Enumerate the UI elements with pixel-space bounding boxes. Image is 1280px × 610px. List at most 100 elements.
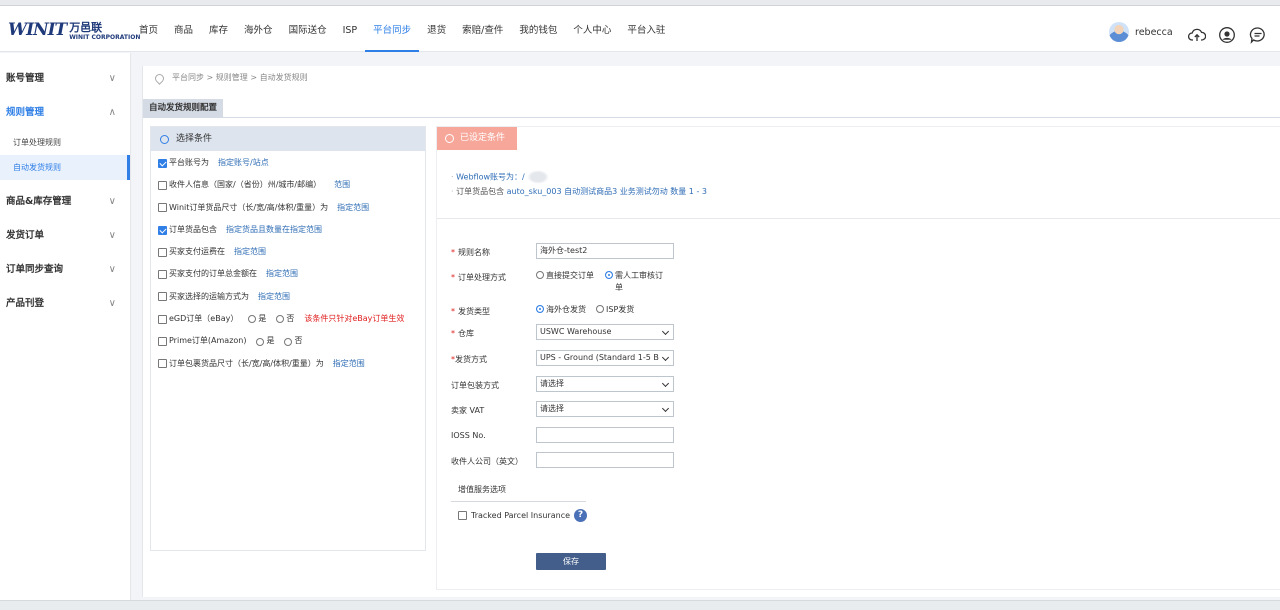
nav-claims[interactable]: 索赔/查件 <box>454 12 511 52</box>
condition-label: 收件人信息（国家/（省份）州/城市/邮编） <box>169 180 322 190</box>
checkbox[interactable] <box>158 247 167 257</box>
checkbox[interactable] <box>158 203 167 213</box>
nav-intl-delivery[interactable]: 国际送仓 <box>281 12 335 52</box>
nav-platform-onboarding[interactable]: 平台入驻 <box>619 12 673 52</box>
nav-platform-sync[interactable]: 平台同步 <box>365 12 420 52</box>
sidebar-item-rules[interactable]: 规则管理 ∧ <box>0 96 130 130</box>
sidebar-item-label: 发货订单 <box>6 230 45 241</box>
condition-buyer-shipping[interactable]: 买家支付运费在 指定范围 <box>151 241 425 263</box>
summary-account-value: / <box>522 172 525 182</box>
condition-label: eGD订单（eBay） <box>169 314 239 324</box>
insurance-option[interactable]: Tracked Parcel Insurance ? <box>458 509 588 522</box>
ship-type-opt-overseas[interactable]: 海外仓发货 <box>536 304 586 315</box>
radio[interactable] <box>536 271 544 279</box>
ship-type-opt-isp[interactable]: ISP发货 <box>596 304 634 315</box>
condition-order-contains[interactable]: 订单货品包含 指定货品且数量在指定范围 <box>151 219 425 241</box>
value-added-services-label: 增值服务选项 <box>458 485 506 494</box>
checkbox[interactable] <box>158 314 167 324</box>
divider <box>437 218 1280 219</box>
tab-auto-ship-config[interactable]: 自动发货规则配置 <box>143 99 224 118</box>
sidebar-item-order-rules[interactable]: 订单处理规则 <box>0 130 130 155</box>
nav-wallet[interactable]: 我的钱包 <box>511 12 565 52</box>
vat-label: 卖家 VAT <box>451 406 485 415</box>
support-icon[interactable] <box>1218 26 1236 44</box>
insurance-checkbox[interactable] <box>458 511 467 520</box>
process-opt-manual[interactable]: 需人工审核订单 <box>605 270 663 294</box>
checkbox[interactable] <box>158 225 167 235</box>
nav-home[interactable]: 首页 <box>131 12 166 52</box>
sidebar-item-label: 订单同步查询 <box>6 264 64 275</box>
chevron-down-icon: ∨ <box>108 73 116 84</box>
sidebar-item-account[interactable]: 账号管理 ∨ <box>0 62 130 96</box>
nav-overseas-warehouse[interactable]: 海外仓 <box>236 12 281 52</box>
pack-select[interactable]: 请选择 <box>536 376 674 392</box>
condition-prime[interactable]: Prime订单(Amazon) 是 否 <box>151 330 425 352</box>
winit-logo[interactable]: WINIT 万邑联 WINIT CORPORATION <box>8 20 140 41</box>
sidebar-item-auto-ship-rules[interactable]: 自动发货规则 <box>0 155 130 180</box>
radio-no[interactable] <box>276 315 285 324</box>
sidebar-item-product-inventory[interactable]: 商品&库存管理 ∨ <box>0 185 130 219</box>
company-input[interactable] <box>536 452 674 468</box>
checkbox[interactable] <box>158 337 167 347</box>
condition-link[interactable]: 指定范围 <box>258 286 290 308</box>
vat-select[interactable]: 请选择 <box>536 401 674 417</box>
condition-label: 订单货品包含 <box>169 224 217 234</box>
breadcrumb-text: 平台同步 > 规则管理 > 自动发货规则 <box>172 73 308 82</box>
radio-no[interactable] <box>284 337 293 346</box>
ship-method-select[interactable]: UPS - Ground (Standard 1-5 B <box>536 350 674 366</box>
radio[interactable] <box>596 305 604 313</box>
ship-type-label: * 发货类型 <box>451 307 490 316</box>
condition-winit-size[interactable]: Winit订单货品尺寸（长/宽/高/体积/重量）为 指定范围 <box>151 197 425 219</box>
radio-label: 是 <box>258 314 267 324</box>
nav-personal-center[interactable]: 个人中心 <box>565 12 619 52</box>
conditions-panel: 选择条件 平台账号为 指定账号/站点 收件人信息（国家/（省份）州/城市/邮编） 范… <box>150 126 426 551</box>
radio-yes[interactable] <box>256 337 265 346</box>
checkbox[interactable] <box>158 292 167 302</box>
condition-shipping-method[interactable]: 买家选择的运输方式为 指定范围 <box>151 286 425 308</box>
user-menu[interactable]: rebecca <box>1109 22 1173 42</box>
nav-returns[interactable]: 退货 <box>419 12 454 52</box>
chat-icon[interactable] <box>1249 26 1267 44</box>
condition-link[interactable]: 指定范围 <box>337 197 369 219</box>
checkbox[interactable] <box>158 270 167 280</box>
radio-label: 海外仓发货 <box>546 305 586 314</box>
save-button[interactable]: 保存 <box>536 553 606 570</box>
condition-link[interactable]: 指定范围 <box>266 263 298 285</box>
radio-label: 需人工审核订 <box>615 271 663 280</box>
condition-egd[interactable]: eGD订单（eBay） 是 否该条件只针对eBay订单生效 <box>151 308 425 330</box>
condition-recipient-info[interactable]: 收件人信息（国家/（省份）州/城市/邮编） 范围 <box>151 174 425 196</box>
divider <box>451 501 586 502</box>
checkbox[interactable] <box>158 180 167 190</box>
radio[interactable] <box>605 271 613 279</box>
sidebar-item-ship-orders[interactable]: 发货订单 ∨ <box>0 219 130 253</box>
radio[interactable] <box>536 305 544 313</box>
condition-link[interactable]: 指定范围 <box>234 241 266 263</box>
condition-label: Prime订单(Amazon) <box>169 336 247 346</box>
help-icon[interactable]: ? <box>574 509 588 522</box>
sidebar-item-listing[interactable]: 产品刊登 ∨ <box>0 287 130 321</box>
condition-platform-account[interactable]: 平台账号为 指定账号/站点 <box>151 152 425 174</box>
warehouse-select[interactable]: USWC Warehouse <box>536 324 674 340</box>
process-opt-direct[interactable]: 直接提交订单 <box>536 270 594 281</box>
condition-link[interactable]: 指定货品且数量在指定范围 <box>226 219 322 241</box>
nav-inventory[interactable]: 库存 <box>201 12 236 52</box>
condition-link[interactable]: 指定范围 <box>333 353 365 375</box>
rule-name-input[interactable]: 海外仓-test2 <box>536 243 674 259</box>
checkbox[interactable] <box>158 158 167 168</box>
chevron-down-icon: ∨ <box>108 264 116 275</box>
cloud-upload-icon[interactable] <box>1188 26 1206 44</box>
ioss-input[interactable] <box>536 427 674 443</box>
chevron-down-icon: ∨ <box>108 298 116 309</box>
radio-yes[interactable] <box>248 315 257 324</box>
nav-isp[interactable]: ISP <box>335 12 366 52</box>
condition-link[interactable]: 范围 <box>334 174 350 196</box>
condition-order-total[interactable]: 买家支付的订单总金额在 指定范围 <box>151 263 425 285</box>
condition-package-size[interactable]: 订单包裹货品尺寸（长/宽/高/体积/重量）为 指定范围 <box>151 353 425 375</box>
sidebar-item-order-sync[interactable]: 订单同步查询 ∨ <box>0 253 130 287</box>
pack-label: 订单包装方式 <box>451 381 499 390</box>
nav-products[interactable]: 商品 <box>166 12 201 52</box>
summary-items-label: 订单货品包含 <box>456 187 505 196</box>
chevron-down-icon: ∨ <box>108 196 116 207</box>
condition-link[interactable]: 指定账号/站点 <box>218 152 269 174</box>
checkbox[interactable] <box>158 359 167 369</box>
